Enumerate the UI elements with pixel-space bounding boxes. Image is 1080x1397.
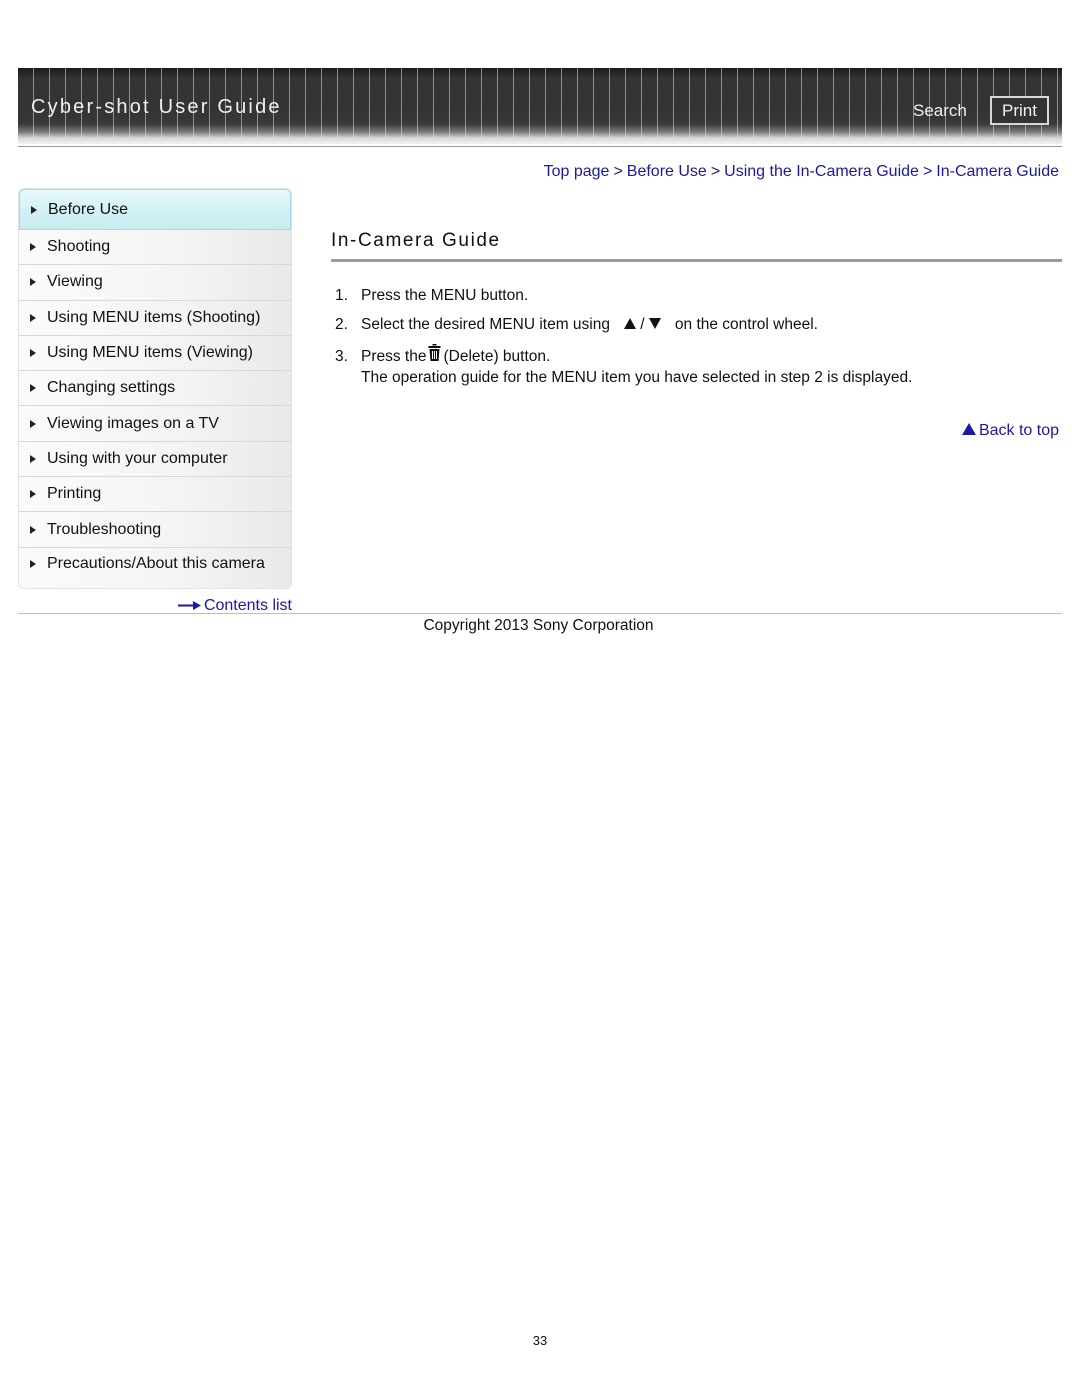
step-number: 3. — [335, 348, 348, 366]
sidebar-item-label: Printing — [47, 485, 102, 503]
triangle-right-icon — [20, 205, 48, 214]
sidebar-item-changing-settings[interactable]: Changing settings — [19, 371, 291, 407]
header-divider — [18, 146, 1062, 147]
triangle-right-icon — [19, 525, 47, 534]
step-number: 1. — [335, 287, 348, 304]
header-banner: Cyber-shot User Guide Search Print — [18, 68, 1062, 144]
contents-list-link[interactable]: Contents list — [18, 597, 292, 615]
sidebar-item-menu-shooting[interactable]: Using MENU items (Shooting) — [19, 300, 291, 336]
print-button[interactable]: Print — [990, 96, 1049, 125]
sidebar-nav: Before Use Shooting Viewing Using MENU i… — [18, 188, 292, 589]
sidebar-item-before-use[interactable]: Before Use — [19, 189, 291, 230]
sidebar-item-troubleshooting[interactable]: Troubleshooting — [19, 512, 291, 548]
triangle-right-icon — [19, 384, 47, 393]
step-text: on the control wheel. — [674, 316, 818, 333]
sidebar-item-label: Using with your computer — [47, 449, 228, 467]
sidebar-item-menu-viewing[interactable]: Using MENU items (Viewing) — [19, 335, 291, 372]
footer-divider — [18, 613, 1062, 614]
sidebar-item-precautions[interactable]: Precautions/About this camera — [19, 547, 291, 588]
triangle-right-icon — [19, 454, 47, 463]
step-3: 3. Press the (Delete) button. The operati… — [335, 344, 1055, 387]
sidebar-item-viewing[interactable]: Viewing — [19, 265, 291, 301]
up-triangle-icon — [961, 422, 979, 440]
heading-underline — [331, 259, 1062, 262]
up-triangle-icon — [624, 315, 637, 334]
triangle-right-icon — [19, 278, 47, 287]
sidebar-item-label: Using MENU items (Viewing) — [47, 344, 253, 362]
triangle-right-icon — [19, 555, 47, 574]
step-text: Press the — [361, 348, 427, 366]
step-note: The operation guide for the MENU item yo… — [361, 369, 913, 387]
copyright: Copyright 2013 Sony Corporation — [423, 617, 654, 634]
sidebar-item-label: Viewing images on a TV — [47, 414, 219, 432]
page-number: 33 — [532, 1333, 548, 1348]
triangle-right-icon — [19, 243, 47, 252]
contents-list-label: Contents list — [203, 596, 292, 614]
breadcrumb-separator: > — [613, 163, 623, 180]
back-to-top-link[interactable]: Back to top — [961, 422, 1059, 440]
step-text: Select the desired MENU item using — [361, 316, 610, 333]
breadcrumb-separator: > — [710, 163, 721, 180]
step-1: 1. Press the MENU button. — [335, 286, 1055, 305]
step-number: 2. — [335, 316, 348, 333]
sidebar-item-label: Precautions/About this camera — [47, 554, 265, 572]
breadcrumb: Top page > Before Use > Using the In-Camera … — [544, 163, 1059, 181]
guide-title: Cyber-shot User Guide — [31, 96, 282, 118]
triangle-right-icon — [19, 313, 47, 322]
breadcrumb-separator: > — [922, 163, 933, 180]
slash-separator: / — [640, 316, 645, 333]
breadcrumb-before-use[interactable]: Before Use — [627, 163, 707, 180]
step-text: Press the MENU button. — [361, 287, 529, 304]
sidebar-item-label: Using MENU items (Shooting) — [47, 308, 261, 326]
sidebar-item-label: Before Use — [48, 200, 129, 218]
sidebar-item-label: Shooting — [47, 238, 111, 256]
sidebar-item-label: Troubleshooting — [47, 520, 162, 538]
sidebar-item-label: Viewing — [47, 273, 103, 291]
sidebar: Before Use Shooting Viewing Using MENU i… — [18, 188, 292, 615]
down-triangle-icon — [648, 315, 661, 334]
breadcrumb-top-page[interactable]: Top page — [544, 163, 610, 180]
triangle-right-icon — [19, 349, 47, 358]
search-button[interactable]: Search — [913, 101, 967, 121]
sidebar-item-printing[interactable]: Printing — [19, 477, 291, 513]
sidebar-item-viewing-on-tv[interactable]: Viewing images on a TV — [19, 406, 291, 442]
sidebar-item-label: Changing settings — [47, 379, 176, 397]
steps-list: 1. Press the MENU button. 2. Select the … — [335, 286, 1055, 387]
triangle-right-icon — [19, 490, 47, 499]
page-title: In-Camera Guide — [331, 230, 501, 251]
step-text: (Delete) button. — [443, 348, 551, 366]
triangle-right-icon — [19, 419, 47, 428]
step-2: 2. Select the desired MENU item using / … — [335, 315, 1055, 334]
breadcrumb-using-in-camera-guide[interactable]: Using the In-Camera Guide — [724, 163, 919, 180]
trash-icon — [428, 344, 441, 366]
sidebar-item-computer[interactable]: Using with your computer — [19, 441, 291, 478]
arrow-right-icon — [177, 597, 204, 615]
breadcrumb-in-camera-guide[interactable]: In-Camera Guide — [936, 163, 1059, 180]
back-to-top-label: Back to top — [978, 422, 1059, 439]
sidebar-item-shooting[interactable]: Shooting — [19, 230, 291, 266]
